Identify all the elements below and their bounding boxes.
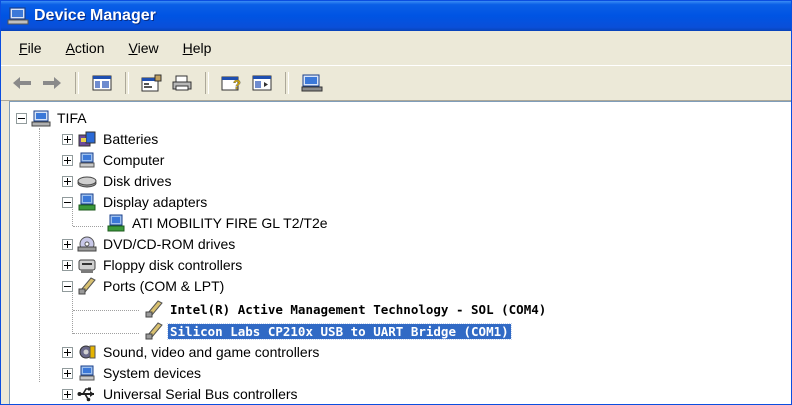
collapse-icon[interactable] [16, 112, 27, 124]
device-tree[interactable]: TIFA Batteries Computer Disk drives Disp… [9, 101, 791, 404]
tree-category-disk-drives[interactable]: Disk drives [62, 171, 173, 191]
forward-arrow-icon [43, 77, 61, 89]
console-view-icon [252, 75, 272, 91]
tree-device-silicon-labs-cp210x[interactable]: Silicon Labs CP210x USB to UART Bridge (… [140, 321, 512, 341]
device-manager-icon [7, 7, 29, 25]
computer-icon [31, 110, 51, 127]
window-title: Device Manager [34, 7, 156, 24]
tree-category-batteries[interactable]: Batteries [62, 129, 160, 149]
help-button[interactable]: ? [219, 71, 245, 95]
expand-icon[interactable] [62, 238, 73, 250]
menu-bar: File Action View Help [1, 31, 791, 65]
tree-connector-line [73, 333, 139, 335]
toolbar: ? [1, 65, 791, 101]
toolbar-separator [125, 72, 129, 94]
tree-category-floppy-disk-controllers[interactable]: Floppy disk controllers [62, 255, 244, 275]
dvd-drive-icon [77, 236, 97, 252]
tree-category-display-adapters[interactable]: Display adapters [62, 192, 209, 212]
scan-hardware-icon [301, 74, 323, 92]
forward-button[interactable] [39, 71, 65, 95]
show-hide-tree-button[interactable] [89, 71, 115, 95]
tree-category-computer[interactable]: Computer [62, 150, 166, 170]
tree-root-node[interactable]: TIFA [16, 108, 89, 128]
expand-icon[interactable] [62, 346, 73, 358]
tree-connector-line [73, 310, 139, 312]
menu-help[interactable]: Help [171, 36, 224, 60]
title-bar[interactable]: Device Manager [1, 1, 791, 31]
expand-icon[interactable] [62, 154, 73, 166]
expand-icon[interactable] [62, 133, 73, 145]
port-connector-icon [78, 277, 96, 295]
floppy-controller-icon [78, 259, 96, 273]
tree-category-dvd-cd-rom-drives[interactable]: DVD/CD-ROM drives [62, 234, 237, 254]
menu-action[interactable]: Action [54, 36, 117, 60]
display-adapter-icon [78, 193, 96, 211]
tree-device-ati-mobility-fire-gl[interactable]: ATI MOBILITY FIRE GL T2/T2e [102, 213, 330, 233]
port-connector-icon [145, 300, 163, 318]
toolbar-separator [205, 72, 209, 94]
system-devices-icon [79, 365, 95, 381]
console-view-button[interactable] [249, 71, 275, 95]
disk-drive-icon [77, 176, 97, 188]
toolbar-separator [285, 72, 289, 94]
device-manager-window: Device Manager File Action View Help ? T… [0, 0, 792, 405]
show-hide-tree-icon [92, 75, 112, 91]
expand-icon[interactable] [62, 259, 73, 271]
menu-file[interactable]: File [7, 36, 54, 60]
tree-connector-line [73, 226, 103, 228]
back-arrow-icon [13, 77, 31, 89]
tree-category-ports[interactable]: Ports (COM & LPT) [62, 276, 226, 296]
display-adapter-icon [107, 214, 125, 232]
svg-text:?: ? [233, 77, 241, 92]
tree-connector-line [39, 128, 41, 382]
port-connector-icon [145, 322, 163, 340]
toolbar-separator [75, 72, 79, 94]
collapse-icon[interactable] [62, 196, 73, 208]
properties-button[interactable] [139, 71, 165, 95]
tree-category-usb-controllers[interactable]: Universal Serial Bus controllers [62, 384, 300, 404]
tree-device-intel-amt-sol[interactable]: Intel(R) Active Management Technology - … [140, 299, 548, 319]
tree-category-system-devices[interactable]: System devices [62, 363, 203, 383]
help-icon: ? [221, 76, 241, 92]
print-icon [172, 75, 192, 91]
expand-icon[interactable] [62, 367, 73, 379]
tree-category-sound-video-game[interactable]: Sound, video and game controllers [62, 342, 321, 362]
back-button[interactable] [9, 71, 35, 95]
computer-icon [79, 152, 95, 168]
usb-icon [77, 387, 94, 402]
print-button[interactable] [169, 71, 195, 95]
expand-icon[interactable] [62, 388, 73, 400]
expand-icon[interactable] [62, 175, 73, 187]
sound-icon [79, 345, 96, 359]
collapse-icon[interactable] [62, 280, 73, 292]
battery-icon [78, 131, 96, 147]
menu-view[interactable]: View [117, 36, 171, 60]
scan-hardware-button[interactable] [299, 71, 325, 95]
tree-connector-line [72, 290, 74, 334]
properties-icon [141, 74, 162, 92]
